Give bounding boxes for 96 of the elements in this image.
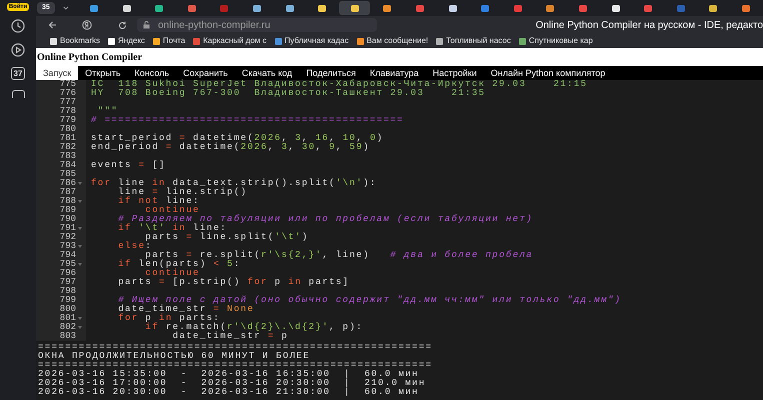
bookmark-link[interactable]: Почта xyxy=(162,35,186,47)
code-line: if len(parts) < 5: xyxy=(117,259,241,269)
line-number: 796 xyxy=(58,269,76,278)
code-line: IC 118 Sukhoi SuperJet Владивосток-Хабаровск-Чита-Иркутск 29.03 21:15 xyxy=(91,79,588,89)
line-number: 803 xyxy=(58,332,76,341)
line-number: 789 xyxy=(58,206,76,215)
code-line: if re.match(r'\d{2}\.\d{2}', p): xyxy=(144,322,364,332)
counter-badge[interactable]: 37 xyxy=(10,67,26,80)
line-number: 798 xyxy=(58,287,76,296)
fold-caret-icon[interactable] xyxy=(78,200,82,203)
code-line: else: xyxy=(117,241,152,251)
line-number: 795 xyxy=(58,260,76,269)
page-title: Online Python Compiler на русском - IDE, редакто xyxy=(536,18,763,32)
fold-caret-icon[interactable] xyxy=(78,227,82,230)
console-output-line: 2026-03-16 15:35:00 - 2026-03-16 16:35:00 | 60.0 мин xyxy=(37,370,420,379)
code-line: # Разделяем по табуляции или по пробелам (если табуляции нет) xyxy=(117,214,534,224)
fold-caret-icon[interactable] xyxy=(78,317,82,320)
code-line: if '\t' in line: xyxy=(117,223,228,233)
code-line: """ xyxy=(96,106,118,116)
line-number: 777 xyxy=(58,98,76,107)
bookmark-link[interactable]: Публичная кадас xyxy=(284,35,349,47)
code-line: end_period = datetime(2026, 3, 30, 9, 59) xyxy=(91,142,370,152)
code-line: date_time_str = None xyxy=(117,304,254,314)
line-number: 779 xyxy=(58,116,76,125)
code-line: date_time_str = p xyxy=(172,331,288,341)
address-field[interactable]: online-python-compiler.ru xyxy=(137,18,377,32)
console-output-line: ОКНА ПРОДОЛЖИТЕЛЬНОСТЬЮ 60 МИНУТ И БОЛЕЕ xyxy=(37,352,312,361)
line-number: 797 xyxy=(58,278,76,287)
code-line: parts = line.split('\t') xyxy=(144,232,309,242)
play-icon[interactable] xyxy=(11,43,25,57)
line-number: 785 xyxy=(58,170,76,179)
fold-caret-icon[interactable] xyxy=(78,263,82,266)
reload-icon[interactable] xyxy=(118,20,127,30)
code-line: # Ищем поле с датой (оно обычно содержит "дд.мм чч:мм" или только "дд.мм") xyxy=(117,295,622,305)
code-line: start_period = datetime(2026, 3, 16, 10, 0) xyxy=(91,133,384,143)
line-number: 784 xyxy=(58,161,76,170)
console-output-line: 2026-03-16 20:30:00 - 2026-03-16 21:30:00 | 60.0 мин xyxy=(37,388,420,397)
menu-tab[interactable]: Открыть xyxy=(78,66,128,80)
line-number: 799 xyxy=(58,296,76,305)
fold-caret-icon[interactable] xyxy=(78,326,82,329)
line-number: 775 xyxy=(58,80,76,89)
line-number: 802 xyxy=(58,323,76,332)
site-title: Online Python Compiler xyxy=(36,50,142,64)
menu-tab[interactable]: Онлайн Python компилятор xyxy=(484,66,612,80)
clock-icon[interactable] xyxy=(11,19,25,33)
bookmark-link[interactable]: Спутниковые кар xyxy=(528,35,593,47)
menu-tab[interactable]: Поделиться xyxy=(299,66,363,80)
browser-tab[interactable] xyxy=(339,1,370,15)
code-line: for p in parts: xyxy=(117,313,220,323)
chevron-down-icon[interactable] xyxy=(62,5,69,11)
line-number: 782 xyxy=(58,143,76,152)
menu-tab[interactable]: Сохранить xyxy=(176,66,235,80)
fold-caret-icon[interactable] xyxy=(78,182,82,185)
lock-icon xyxy=(143,21,150,29)
line-number: 776 xyxy=(58,89,76,98)
line-number: 781 xyxy=(58,134,76,143)
line-number: 801 xyxy=(58,314,76,323)
bookmark-link[interactable]: Bookmarks xyxy=(60,35,100,47)
line-number: 790 xyxy=(58,215,76,224)
console-output-line: 2026-03-16 17:00:00 - 2026-03-16 20:30:00 | 210.0 мин xyxy=(37,379,427,388)
menu-tab[interactable]: Запуск xyxy=(36,66,78,80)
bookmark-link[interactable]: Каркасный дом с xyxy=(203,35,267,47)
circle-logo-icon[interactable] xyxy=(82,20,92,30)
url-text: online-python-compiler.ru xyxy=(158,18,270,32)
line-number: 791 xyxy=(58,224,76,233)
bookmark-link[interactable]: Топливный насос xyxy=(446,35,511,47)
code-line: HY 708 Boeing 767-300 Владивосток-Ташкент 29.03 21:35 xyxy=(91,88,486,98)
bookmark-link[interactable]: Вам сообщение! xyxy=(366,35,428,47)
back-arrow-icon[interactable] xyxy=(48,21,57,29)
line-number: 793 xyxy=(58,242,76,251)
code-line: line = line.strip() xyxy=(117,187,248,197)
bookmark-link[interactable]: Яндекс xyxy=(118,35,145,47)
code-line: events = [] xyxy=(91,160,166,170)
console-output-line: ========================================================== xyxy=(37,361,434,370)
line-number: 787 xyxy=(58,188,76,197)
menu-tab[interactable]: Консоль xyxy=(128,66,176,80)
line-number: 794 xyxy=(58,251,76,260)
line-number: 792 xyxy=(58,233,76,242)
fold-caret-icon[interactable] xyxy=(78,245,82,248)
code-line: continue xyxy=(144,268,200,278)
line-number: 783 xyxy=(58,152,76,161)
console-output-line: ========================================================== xyxy=(37,343,434,352)
line-number: 786 xyxy=(58,179,76,188)
code-line: continue xyxy=(144,205,200,215)
menu-tab[interactable]: Настройки xyxy=(426,66,484,80)
code-line: parts = re.split(r'\s{2,}', line) # два и более пробела xyxy=(145,250,534,260)
code-line: parts = [p.strip() for p in parts] xyxy=(117,277,350,287)
code-line: if not line: xyxy=(117,196,200,206)
line-number: 778 xyxy=(58,107,76,116)
line-number: 788 xyxy=(58,197,76,206)
line-number: 800 xyxy=(58,305,76,314)
line-number: 780 xyxy=(58,125,76,134)
menu-tab[interactable]: Клавиатура xyxy=(362,66,426,80)
code-line: # ============================================ xyxy=(91,115,404,125)
code-line: for line in data_text.strip().split('\n'): xyxy=(91,178,377,188)
menu-tab[interactable]: Скачать код xyxy=(234,66,300,80)
